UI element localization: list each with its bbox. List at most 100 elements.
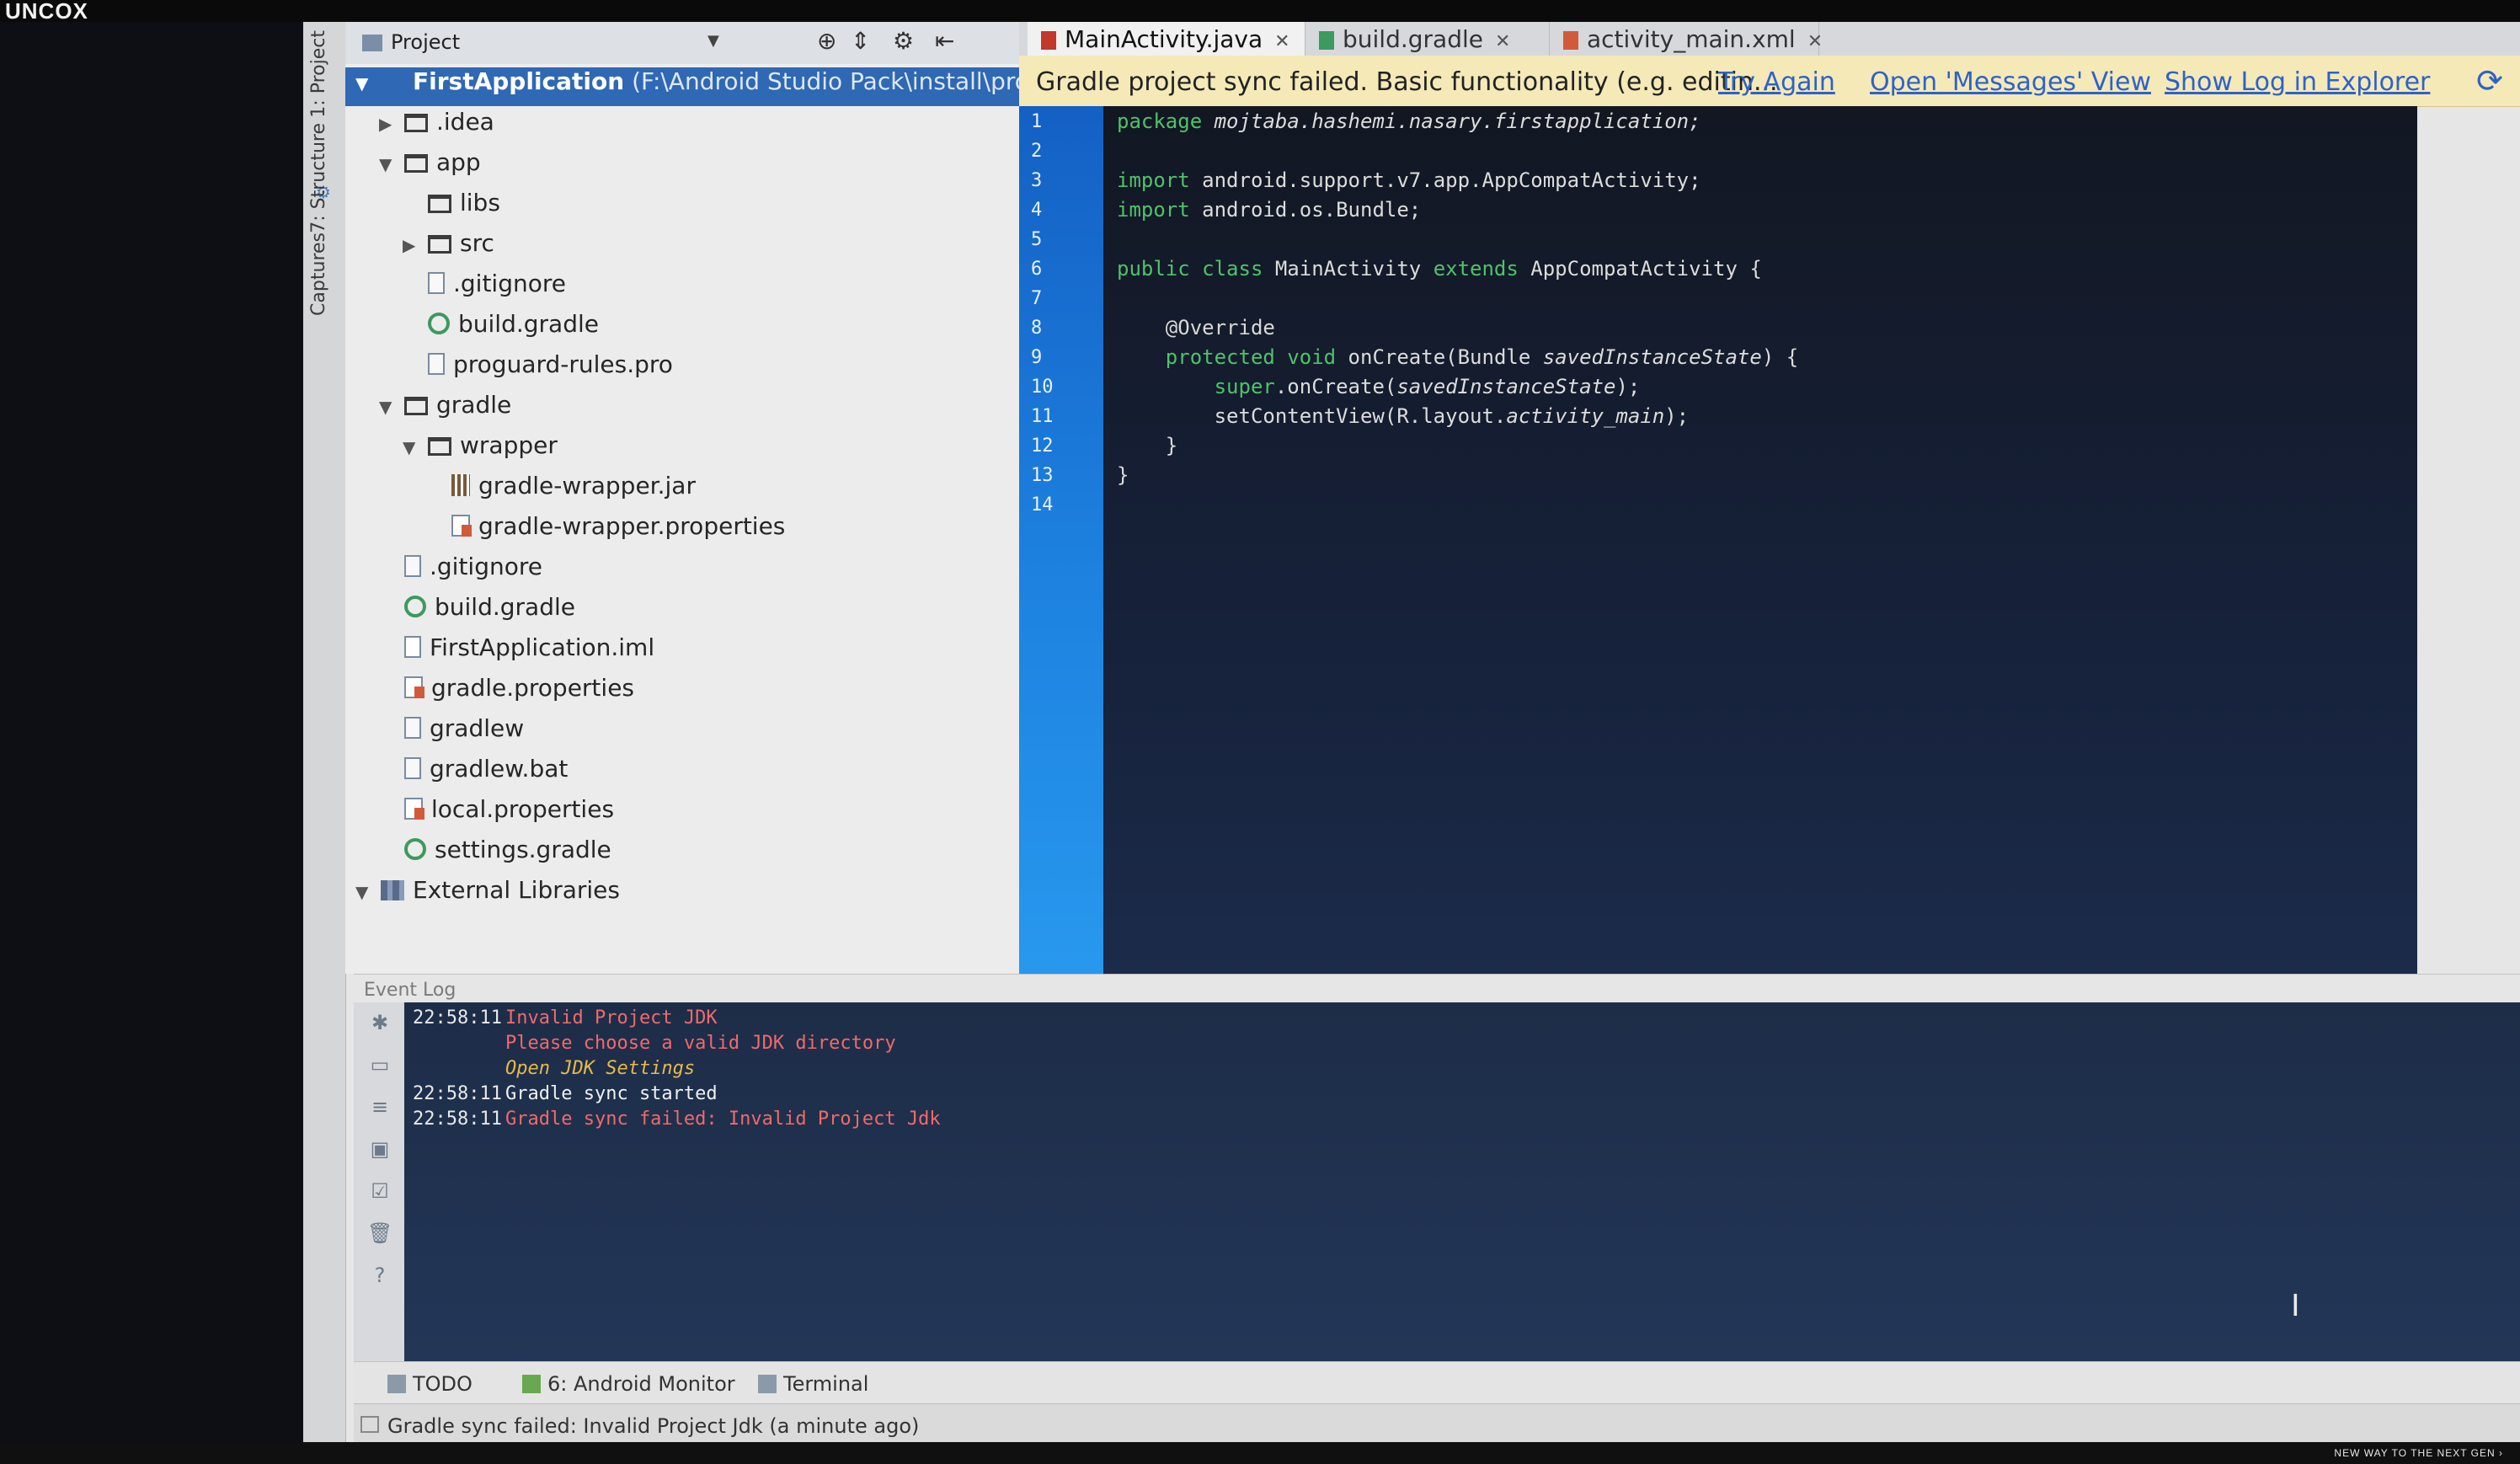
editor-tab[interactable]: activity_main.xml ✕ bbox=[1550, 22, 1823, 56]
tree-item[interactable]: build.gradle bbox=[345, 593, 575, 632]
todo-icon bbox=[387, 1375, 406, 1393]
tool-tab-structure[interactable]: 7: Structure bbox=[308, 123, 342, 233]
log-message[interactable]: Open JDK Settings bbox=[505, 1058, 695, 1079]
tree-item[interactable]: ▼ External Libraries bbox=[345, 876, 620, 915]
code-editor[interactable]: 1 2 3 4 5 6 7 8 9 10 11 12 13 14 package mojtaba.hash… bbox=[1019, 106, 2417, 974]
expand-arrow-icon[interactable]: ▼ bbox=[403, 437, 428, 457]
iml-icon bbox=[404, 636, 421, 658]
tool-tab-captures[interactable]: Captures bbox=[308, 232, 342, 316]
wrap-icon[interactable]: ≡ bbox=[367, 1095, 392, 1120]
tree-item-label: .gitignore bbox=[430, 553, 542, 580]
tree-item-label: .idea bbox=[436, 108, 494, 136]
chevron-down-icon[interactable]: ▼ bbox=[707, 32, 719, 50]
tree-item[interactable]: gradlew.bat bbox=[345, 755, 568, 793]
tree-item[interactable]: ▶ src bbox=[345, 229, 494, 268]
code-token: savedInstanceState bbox=[1542, 345, 1762, 369]
tree-item[interactable]: FirstApplication.iml bbox=[345, 633, 654, 672]
close-icon[interactable]: ✕ bbox=[1807, 31, 1823, 52]
code-line: super.onCreate(savedInstanceState); bbox=[1117, 375, 1641, 398]
tool-tab-android-monitor[interactable]: 6: Android Monitor bbox=[522, 1372, 735, 1396]
event-log-content[interactable]: I 22:58:11 Invalid Project JDK Please choo… bbox=[404, 1002, 2520, 1361]
tree-item[interactable]: gradlew bbox=[345, 714, 524, 753]
log-entry: Please choose a valid JDK directory bbox=[413, 1033, 896, 1054]
tree-item[interactable]: ▼ FirstApplication (F:\Android Studio Pac… bbox=[345, 67, 1133, 106]
tool-tab-terminal[interactable]: Terminal bbox=[758, 1372, 868, 1396]
expand-arrow-icon[interactable]: ▼ bbox=[379, 154, 404, 174]
tree-item-label: gradlew bbox=[430, 714, 525, 742]
gradle-sync-banner: Gradle project sync failed. Basic functi… bbox=[1019, 56, 2520, 107]
tree-item[interactable]: build.gradle bbox=[345, 310, 599, 349]
gradle-icon bbox=[404, 596, 426, 617]
tool-tab-project[interactable]: 1: Project bbox=[308, 30, 342, 118]
message-icon[interactable]: ▭ bbox=[367, 1053, 392, 1078]
close-icon[interactable]: ✕ bbox=[1274, 31, 1289, 52]
code-token: AppCompatActivity { bbox=[1530, 257, 1762, 281]
show-log-link[interactable]: Show Log in Explorer bbox=[2165, 67, 2430, 97]
try-again-link[interactable]: Try Again bbox=[1718, 67, 1835, 97]
tree-item[interactable]: settings.gradle bbox=[345, 836, 611, 874]
log-timestamp: 22:58:11 bbox=[413, 1007, 502, 1029]
settings-icon[interactable]: ✱ bbox=[367, 1011, 392, 1036]
editor-tab[interactable]: MainActivity.java ✕ bbox=[1028, 22, 1305, 56]
project-view-selector[interactable]: Project bbox=[362, 30, 460, 54]
file-type-icon bbox=[1563, 31, 1578, 50]
locate-icon[interactable]: ⊕ bbox=[817, 27, 836, 55]
collapse-arrow-icon[interactable]: ▶ bbox=[379, 114, 404, 134]
check-icon[interactable]: ☑ bbox=[367, 1179, 392, 1205]
tree-item[interactable]: libs bbox=[345, 189, 500, 227]
tree-item[interactable]: ▼ app bbox=[345, 148, 481, 187]
text-cursor-icon: I bbox=[2291, 1289, 2300, 1323]
editor-tab-label: build.gradle bbox=[1343, 25, 1483, 53]
tree-item-label: gradle.properties bbox=[431, 674, 635, 702]
watermark-logo: UNCOX bbox=[5, 0, 88, 24]
tree-item[interactable]: .gitignore bbox=[345, 270, 566, 308]
line-number-gutter: 1 2 3 4 5 6 7 8 9 10 11 12 13 14 bbox=[1019, 106, 1103, 974]
scroll-icon[interactable]: ▣ bbox=[367, 1137, 392, 1162]
folder-icon bbox=[428, 235, 451, 254]
bottom-tool-tabs: TODO 6: Android Monitor Terminal bbox=[354, 1361, 2520, 1404]
code-token: activity_main bbox=[1506, 404, 1665, 428]
tree-item[interactable]: gradle-wrapper.jar bbox=[345, 472, 696, 510]
photo-bottom-bar: NEW WAY TO THE NEXT GEN › bbox=[0, 1442, 2520, 1464]
sync-icon[interactable]: ⟳ bbox=[2476, 62, 2503, 99]
photo-top-bar: UNCOX bbox=[0, 0, 2520, 24]
code-token: ); bbox=[1615, 375, 1641, 398]
left-tool-strip: 1: Project ⚙ 7: Structure Captures bbox=[303, 22, 346, 1445]
tree-item-label: build.gradle bbox=[435, 593, 575, 621]
gear-icon[interactable]: ⚙ bbox=[893, 27, 914, 55]
tree-item[interactable]: gradle.properties bbox=[345, 674, 634, 713]
code-token: } bbox=[1117, 463, 1129, 487]
collapse-icon[interactable]: ⇕ bbox=[851, 27, 870, 55]
close-icon[interactable]: ✕ bbox=[1495, 31, 1510, 52]
file-icon bbox=[428, 353, 445, 375]
expand-arrow-icon[interactable]: ▼ bbox=[355, 73, 381, 94]
tool-tab-todo[interactable]: TODO bbox=[387, 1372, 472, 1396]
folder-icon bbox=[404, 114, 428, 132]
tree-item[interactable]: proguard-rules.pro bbox=[345, 350, 673, 389]
tree-item[interactable]: ▼ gradle bbox=[345, 391, 511, 430]
tree-item[interactable]: ▶ .idea bbox=[345, 108, 494, 147]
trash-icon[interactable]: 🗑 bbox=[367, 1221, 392, 1247]
line-number: 14 bbox=[1031, 494, 1054, 516]
line-number: 7 bbox=[1031, 288, 1043, 309]
terminal-label: Terminal bbox=[783, 1372, 869, 1396]
code-token: ); bbox=[1664, 404, 1690, 428]
hide-panel-icon[interactable]: ⇤ bbox=[935, 27, 954, 55]
code-line: @Override bbox=[1117, 316, 1275, 339]
editor-tab-label: MainActivity.java bbox=[1065, 25, 1263, 53]
line-number: 5 bbox=[1031, 229, 1043, 250]
log-entry[interactable]: Open JDK Settings bbox=[413, 1058, 695, 1079]
toggle-tool-windows-icon[interactable] bbox=[360, 1416, 379, 1433]
tree-item[interactable]: ▼ wrapper bbox=[345, 431, 558, 470]
tree-item[interactable]: .gitignore bbox=[345, 553, 542, 591]
help-icon[interactable]: ? bbox=[367, 1264, 392, 1289]
tree-item[interactable]: gradle-wrapper.properties bbox=[345, 512, 785, 551]
todo-label: TODO bbox=[413, 1372, 472, 1396]
tree-item[interactable]: local.properties bbox=[345, 795, 614, 834]
open-messages-link[interactable]: Open 'Messages' View bbox=[1870, 67, 2151, 97]
collapse-arrow-icon[interactable]: ▶ bbox=[403, 235, 428, 255]
log-entry: 22:58:11 Gradle sync started bbox=[413, 1083, 718, 1104]
expand-arrow-icon[interactable]: ▼ bbox=[355, 882, 381, 902]
expand-arrow-icon[interactable]: ▼ bbox=[379, 397, 404, 417]
editor-tab[interactable]: build.gradle ✕ bbox=[1305, 22, 1550, 56]
